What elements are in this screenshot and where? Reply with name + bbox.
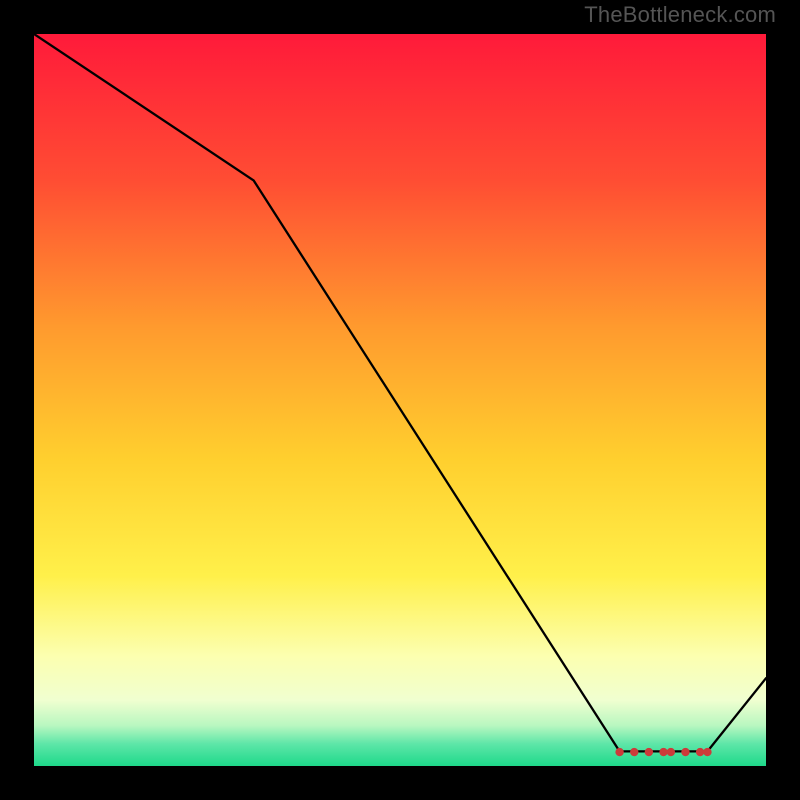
chart-plot-area: [34, 34, 766, 766]
chart-svg: [34, 34, 766, 766]
data-marker: [645, 748, 653, 756]
chart-frame: TheBottleneck.com: [0, 0, 800, 800]
watermark-text: TheBottleneck.com: [584, 2, 776, 28]
data-marker: [681, 748, 689, 756]
data-marker: [615, 748, 623, 756]
data-marker: [696, 748, 704, 756]
data-marker: [659, 748, 667, 756]
data-marker: [630, 748, 638, 756]
data-marker: [703, 748, 711, 756]
chart-background-gradient: [34, 34, 766, 766]
data-marker: [667, 748, 675, 756]
